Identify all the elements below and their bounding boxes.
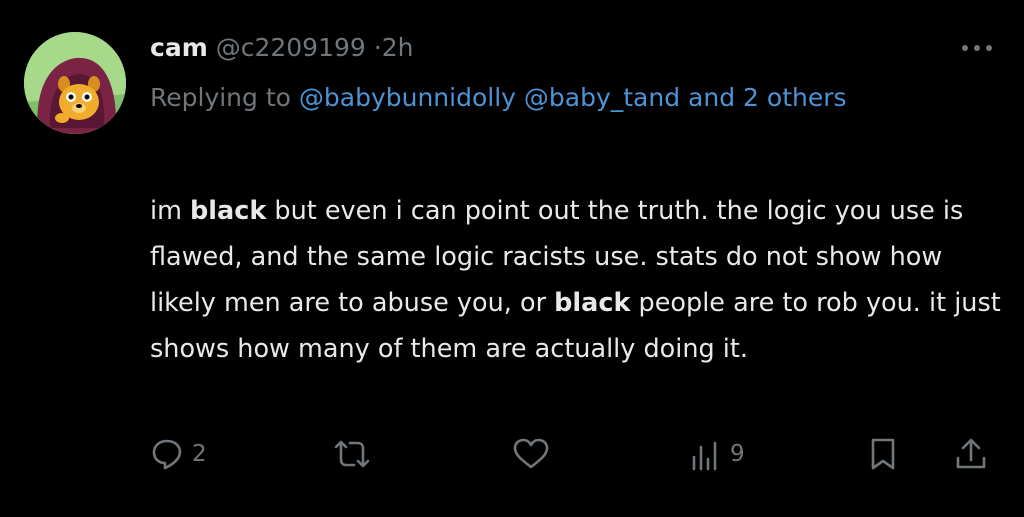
bookmark-icon (871, 438, 895, 470)
avatar-image (24, 32, 126, 134)
tweet-text: im black but even i can point out the tr… (150, 188, 1010, 372)
mention-baby-tand[interactable]: @baby_tand (524, 83, 680, 112)
reply-count: 2 (192, 441, 207, 467)
mention-others[interactable]: 2 others (743, 83, 846, 112)
retweet-icon (334, 440, 370, 468)
share-button[interactable] (953, 430, 989, 478)
views-button[interactable]: 9 (688, 430, 745, 478)
replying-to: Replying to @babybunnidolly @baby_tand a… (150, 76, 950, 120)
mention-babybunnidolly[interactable]: @babybunnidolly (299, 83, 516, 112)
views-bar-chart-icon (692, 441, 717, 471)
reply-bubble-icon (152, 439, 182, 470)
tweet-text-part: im (150, 196, 191, 226)
like-button[interactable] (511, 430, 559, 478)
views-count: 9 (730, 441, 745, 467)
bookmark-button[interactable] (866, 430, 900, 478)
author-handle[interactable]: @c2209199 (216, 33, 366, 62)
avatar[interactable] (24, 32, 126, 134)
retweet-button[interactable] (330, 430, 382, 478)
reply-and[interactable]: and (680, 83, 743, 112)
share-upload-icon (956, 438, 986, 469)
tweet-text-bold: black (190, 196, 267, 226)
reply-button[interactable]: 2 (150, 430, 207, 478)
tweet[interactable]: cam @c2209199 ·2h Replying to @babybunni… (0, 0, 1024, 517)
tweet-header: cam @c2209199 ·2h (150, 28, 413, 68)
more-options-button[interactable] (955, 34, 999, 62)
replying-to-label: Replying to (150, 83, 299, 112)
author-name[interactable]: cam (150, 33, 208, 62)
timestamp[interactable]: 2h (382, 33, 414, 62)
more-horizontal-icon (962, 45, 992, 51)
tweet-text-bold: black (554, 288, 631, 318)
heart-icon (513, 438, 549, 469)
action-bar: 2 9 (0, 430, 1024, 478)
separator: · (373, 33, 382, 62)
